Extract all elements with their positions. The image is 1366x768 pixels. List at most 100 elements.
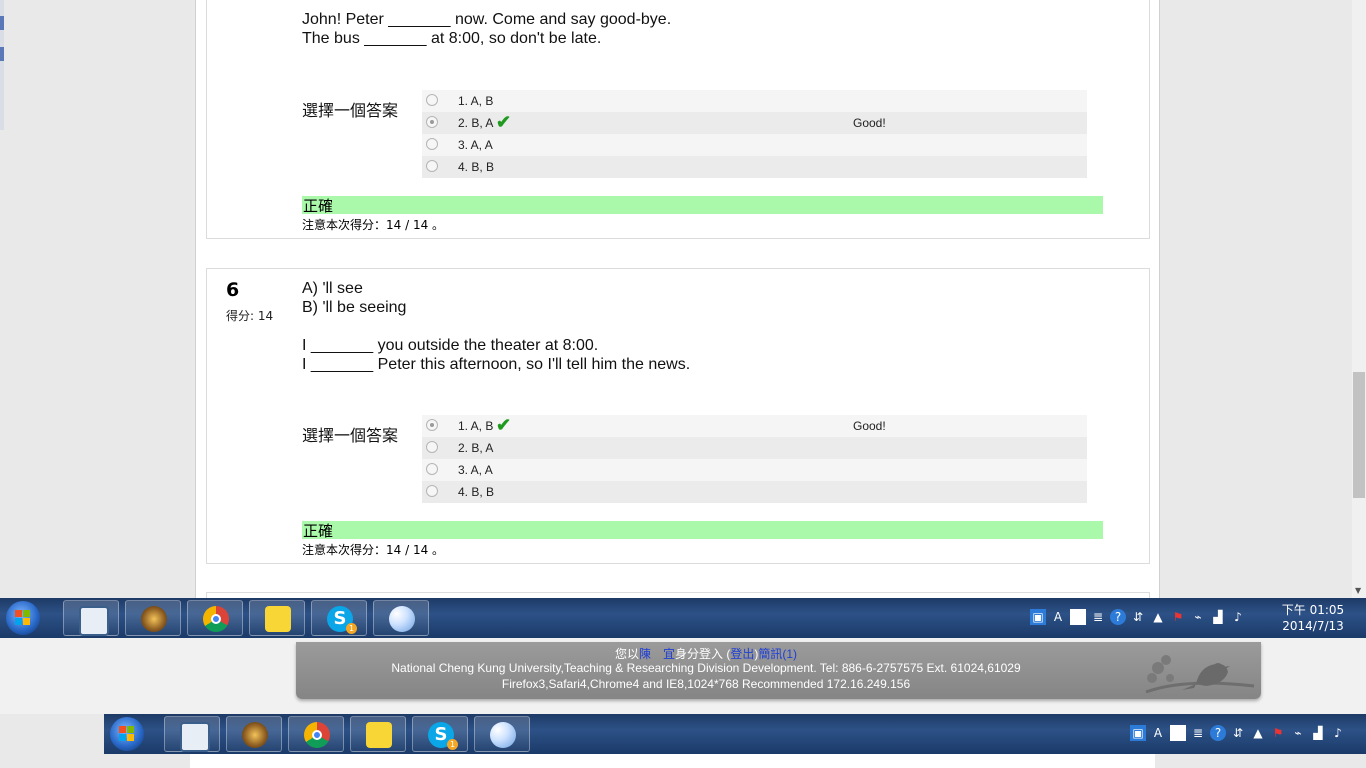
taskbar-skype[interactable]: S1: [412, 716, 468, 752]
taskbar-kakao[interactable]: [249, 600, 305, 636]
tray-split-icon[interactable]: ⇵: [1230, 725, 1246, 741]
user-name-link[interactable]: 陳 宜: [639, 647, 675, 661]
taskbar-chrome[interactable]: [288, 716, 344, 752]
skype-badge: 1: [447, 739, 458, 750]
select-answer-label: 選擇一個答案: [302, 426, 399, 445]
taskbar-hearthstone[interactable]: [125, 600, 181, 636]
show-hidden-icons[interactable]: ▲: [1250, 725, 1266, 741]
messages-link[interactable]: 簡訊(1): [758, 647, 797, 661]
question-line: The bus _______ at 8:00, so don't be lat…: [302, 30, 602, 47]
correct-result-bar: 正確: [302, 521, 1103, 540]
taskbar-clock[interactable]: 下午 01:05 2014/7/13: [1276, 602, 1350, 634]
radio-button[interactable]: [426, 138, 438, 150]
start-button[interactable]: [110, 717, 144, 751]
font-icon[interactable]: A: [1050, 609, 1066, 625]
help-icon[interactable]: ?: [1110, 608, 1126, 625]
grade-note: 注意本次得分：14 / 14 。: [302, 543, 445, 557]
logout-link[interactable]: 登出: [730, 647, 754, 661]
answer-label: 4. B, B: [458, 160, 495, 174]
select-answer-label: 選擇一個答案: [302, 101, 399, 120]
question-line: John! Peter _______ now. Come and say go…: [302, 11, 672, 28]
checkmark-icon: ✔: [496, 112, 512, 132]
footer-browser-info: Firefox3,Safari4,Chrome4 and IE8,1024*76…: [501, 677, 911, 691]
radio-button[interactable]: [426, 160, 438, 172]
action-center-flag-icon[interactable]: ⚑: [1270, 725, 1286, 741]
paint-icon: [389, 606, 415, 632]
question-line: B) 'll be seeing: [302, 299, 407, 316]
question-text: John! Peter _______ now. Come and say go…: [302, 10, 671, 48]
question-text: A) 'll see B) 'll be seeing I _______ yo…: [302, 279, 690, 374]
file-manager-icon: [79, 606, 109, 636]
question-number: 6: [226, 279, 240, 301]
answer-list: 1. A, B ✔ Good! 2. B, A 3. A, A 4. B, B: [422, 415, 1087, 503]
answer-label: 3. A, A: [458, 463, 493, 477]
question-line: A) 'll see: [302, 280, 363, 297]
radio-button-selected[interactable]: [426, 116, 438, 128]
taskbar-file-manager[interactable]: [63, 600, 119, 636]
taskbar-paint[interactable]: [373, 600, 429, 636]
radio-button[interactable]: [426, 463, 438, 475]
network-icon[interactable]: ▟: [1210, 609, 1226, 625]
taskbar-file-manager[interactable]: [164, 716, 220, 752]
font-icon[interactable]: A: [1150, 725, 1166, 741]
footer-institution: National Cheng Kung University,Teaching …: [391, 661, 1021, 675]
question-line: I _______ Peter this afternoon, so I'll …: [302, 356, 691, 373]
windows-logo-icon: [119, 726, 135, 742]
answer-option-1[interactable]: 1. A, B ✔ Good!: [422, 415, 1087, 437]
taskbar-hearthstone[interactable]: [226, 716, 282, 752]
question-line: I _______ you outside the theater at 8:0…: [302, 337, 599, 354]
answer-option-2[interactable]: 2. B, A ✔ Good!: [422, 112, 1087, 134]
tray-list-icon[interactable]: ≣: [1090, 609, 1106, 625]
clock-date: 2014/7/13: [1282, 619, 1344, 633]
window-icon[interactable]: [1170, 724, 1186, 741]
tray-split-icon[interactable]: ⇵: [1130, 609, 1146, 625]
taskbar-kakao[interactable]: [350, 716, 406, 752]
site-footer: 您以陳 宜身分登入 (登出)簡訊(1) National Cheng Kung …: [296, 642, 1261, 699]
power-icon[interactable]: ⌁: [1290, 725, 1306, 741]
radio-button[interactable]: [426, 485, 438, 497]
answer-label: 4. B, B: [458, 485, 495, 499]
radio-button[interactable]: [426, 94, 438, 106]
answer-option-4[interactable]: 4. B, B: [422, 156, 1087, 178]
kakao-icon: [265, 606, 291, 632]
scrollbar-thumb[interactable]: [1353, 372, 1365, 498]
power-icon[interactable]: ⌁: [1190, 609, 1206, 625]
login-mid: 身分登入 (: [675, 647, 731, 661]
file-manager-icon: [180, 722, 210, 752]
start-button[interactable]: [6, 601, 40, 635]
answer-option-4[interactable]: 4. B, B: [422, 481, 1087, 503]
taskbar-paint[interactable]: [474, 716, 530, 752]
taskbar-upper: S1 ▣ A ≣? ⇵ ▲ ⚑ ⌁ ▟ ♪ 下午 01:05 2014/7/13: [0, 598, 1366, 638]
tray-app-icon[interactable]: ▣: [1130, 724, 1146, 741]
question-block-6: 6 得分: 14 A) 'll see B) 'll be seeing I _…: [206, 268, 1150, 564]
quiz-page: John! Peter _______ now. Come and say go…: [195, 0, 1160, 612]
answer-label: 2. B, A: [458, 441, 494, 455]
radio-button[interactable]: [426, 441, 438, 453]
windows-logo-icon: [15, 610, 31, 626]
taskbar-chrome[interactable]: [187, 600, 243, 636]
clock-time: 下午 01:05: [1281, 603, 1345, 617]
vertical-scrollbar[interactable]: ▼: [1352, 0, 1366, 598]
answer-feedback: Good!: [853, 116, 886, 130]
answer-option-3[interactable]: 3. A, A: [422, 134, 1087, 156]
answer-option-2[interactable]: 2. B, A: [422, 437, 1087, 459]
answer-option-3[interactable]: 3. A, A: [422, 459, 1087, 481]
show-hidden-icons[interactable]: ▲: [1150, 609, 1166, 625]
scroll-down-icon[interactable]: ▼: [1355, 586, 1361, 595]
grade-note: 注意本次得分：14 / 14 。: [302, 218, 445, 232]
answer-option-1[interactable]: 1. A, B: [422, 90, 1087, 112]
help-icon[interactable]: ?: [1210, 724, 1226, 741]
radio-button-selected[interactable]: [426, 419, 438, 431]
volume-icon[interactable]: ♪: [1330, 725, 1346, 741]
correct-result-bar: 正確: [302, 196, 1103, 215]
answer-feedback: Good!: [853, 419, 886, 433]
tray-app-icon[interactable]: ▣: [1030, 608, 1046, 625]
network-icon[interactable]: ▟: [1310, 725, 1326, 741]
volume-icon[interactable]: ♪: [1230, 609, 1246, 625]
tray-list-icon[interactable]: ≣: [1190, 725, 1206, 741]
action-center-flag-icon[interactable]: ⚑: [1170, 609, 1186, 625]
system-tray: ▣ A ≣? ⇵ ▲ ⚑ ⌁ ▟ ♪: [1130, 722, 1350, 746]
taskbar-skype[interactable]: S1: [311, 600, 367, 636]
question-score: 得分: 14: [226, 309, 274, 323]
window-icon[interactable]: [1070, 608, 1086, 625]
